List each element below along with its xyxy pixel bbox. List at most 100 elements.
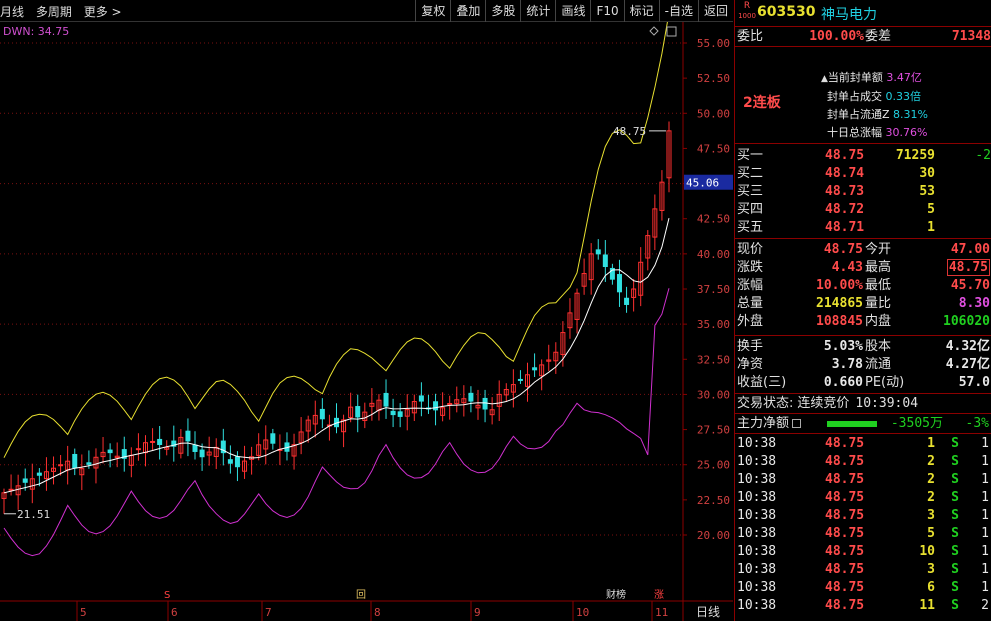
price-tick-label: 37.50: [697, 283, 730, 296]
quote-row: 收益(三) 0.660 PE(动) 57.0: [735, 374, 991, 392]
quote-value: 4.27亿: [945, 357, 990, 372]
bid-volume: 53: [919, 184, 935, 199]
monthly-tab[interactable]: 月线: [0, 5, 24, 19]
tick-row: 10:38 48.75 2 S 1: [735, 489, 991, 507]
tick-count: 1: [981, 454, 989, 469]
multi-stock-button[interactable]: 多股: [485, 0, 520, 22]
tick-time: 10:38: [737, 454, 777, 469]
weibi-label: 委比: [737, 29, 764, 44]
event-marker: 财榜: [606, 588, 626, 601]
quote-label: 最低: [865, 278, 892, 293]
seal-item: 封单占成交 0.33倍: [827, 90, 921, 103]
price-tick-label: 40.00: [697, 248, 730, 261]
candle-body: [150, 440, 156, 443]
tick-count: 1: [981, 526, 989, 541]
trade-status-value: 连续竞价: [797, 396, 850, 411]
current-price-tag-label: 45.06: [686, 177, 719, 190]
month-label: 11: [655, 606, 668, 619]
order-ratio-row: 委比 100.00% 委差 71348: [735, 27, 991, 47]
bid-book: 买一 48.75 71259 -2 买二 48.74 30 买三 48.73 53 买四 48.72 5…: [735, 144, 991, 239]
tick-time: 10:38: [737, 490, 777, 505]
tick-price: 48.75: [825, 508, 865, 523]
bid-price: 48.72: [825, 202, 865, 217]
event-marker: S: [164, 590, 170, 601]
quote-label: PE(动): [865, 375, 905, 390]
candle-body: [157, 438, 163, 446]
weicha-label: 委差: [865, 29, 892, 44]
tick-price: 48.75: [825, 472, 865, 487]
bid-label: 买四: [737, 202, 764, 217]
candle-body: [602, 254, 608, 268]
tick-price: 48.75: [825, 526, 865, 541]
tick-count: 1: [981, 472, 989, 487]
remove-watchlist-button[interactable]: -自选: [658, 0, 698, 22]
price-tick-label: 52.50: [697, 72, 730, 85]
quote-value: 108845: [816, 314, 863, 329]
price-tick-label: 27.50: [697, 424, 730, 437]
bid-row[interactable]: 买二 48.74 30: [735, 165, 991, 183]
candlestick-chart[interactable]: 55.0052.5050.0047.5045.0042.5040.0037.50…: [0, 22, 733, 621]
candle-body: [107, 449, 113, 454]
tick-side: S: [951, 598, 959, 613]
upper-band-line: [3, 22, 668, 458]
candle-body: [199, 449, 205, 458]
candle-body: [86, 462, 92, 465]
quote-label: 涨跌: [737, 260, 764, 275]
back-button[interactable]: 返回: [697, 0, 733, 22]
candle-body: [135, 448, 141, 451]
candle-body: [319, 408, 325, 420]
candle-body: [390, 410, 396, 416]
bid-volume: 1: [927, 220, 935, 235]
diamond-icon: [649, 26, 659, 36]
tick-time: 10:38: [737, 544, 777, 559]
chart-canvas[interactable]: 55.0052.5050.0047.5045.0042.5040.0037.50…: [0, 22, 733, 621]
tick-time: 10:38: [737, 598, 777, 613]
statistics-button[interactable]: 统计: [520, 0, 555, 22]
restore-rights-button[interactable]: 复权: [415, 0, 450, 22]
tick-count: 1: [981, 562, 989, 577]
candle-body: [397, 411, 403, 417]
multi-period-tab[interactable]: 多周期: [36, 5, 72, 19]
tick-count: 1: [981, 490, 989, 505]
tick-side: S: [951, 580, 959, 595]
bid-row[interactable]: 买五 48.71 1: [735, 219, 991, 237]
tick-price: 48.75: [825, 562, 865, 577]
candle-body: [532, 367, 538, 371]
tick-volume: 2: [927, 454, 935, 469]
candle-body: [418, 395, 424, 402]
low-marker-label: 21.51: [17, 508, 50, 521]
quote-label: 股本: [865, 339, 892, 354]
bid-price: 48.73: [825, 184, 865, 199]
quote-panel: R 1000 603530 神马电力 委比 100.00% 委差 71348 2…: [734, 0, 991, 621]
quote-label: 净资: [737, 357, 764, 372]
bid-row[interactable]: 买四 48.72 5: [735, 201, 991, 219]
overlay-button[interactable]: 叠加: [450, 0, 485, 22]
tick-row: 10:38 48.75 11 S 2: [735, 597, 991, 615]
bid-row[interactable]: 买一 48.75 71259 -2: [735, 147, 991, 165]
price-tick-label: 42.50: [697, 213, 730, 226]
f10-button[interactable]: F10: [590, 0, 623, 22]
tick-time: 10:38: [737, 526, 777, 541]
price-tick-label: 35.00: [697, 318, 730, 331]
candle-body: [22, 478, 28, 483]
quote-value: 214865: [816, 296, 863, 311]
quote-label: 现价: [737, 242, 764, 257]
consecutive-limit-badge: 2连板: [743, 95, 781, 111]
seal-item: ▲当前封单额 3.47亿: [821, 71, 922, 84]
price-tick-label: 47.50: [697, 142, 730, 155]
quote-value: 0.660: [823, 375, 863, 390]
stock-code: 603530: [757, 4, 816, 20]
tick-list[interactable]: 10:38 48.75 1 S 1 10:38 48.75 2 S 1 10:38 48.75 2 S 1 1…: [735, 434, 991, 615]
tick-count: 2: [981, 598, 989, 613]
candle-body: [270, 433, 276, 444]
price-tick-label: 55.00: [697, 37, 730, 50]
mark-button[interactable]: 标记: [623, 0, 659, 22]
main-flow-pct: -3%: [965, 416, 989, 431]
more-menu[interactable]: 更多 >: [84, 5, 122, 19]
draw-line-button[interactable]: 画线: [555, 0, 590, 22]
bid-row[interactable]: 买三 48.73 53: [735, 183, 991, 201]
candle-body: [616, 274, 622, 293]
tick-count: 1: [981, 580, 989, 595]
list-icon[interactable]: [792, 419, 802, 428]
price-tick-label: 25.00: [697, 459, 730, 472]
